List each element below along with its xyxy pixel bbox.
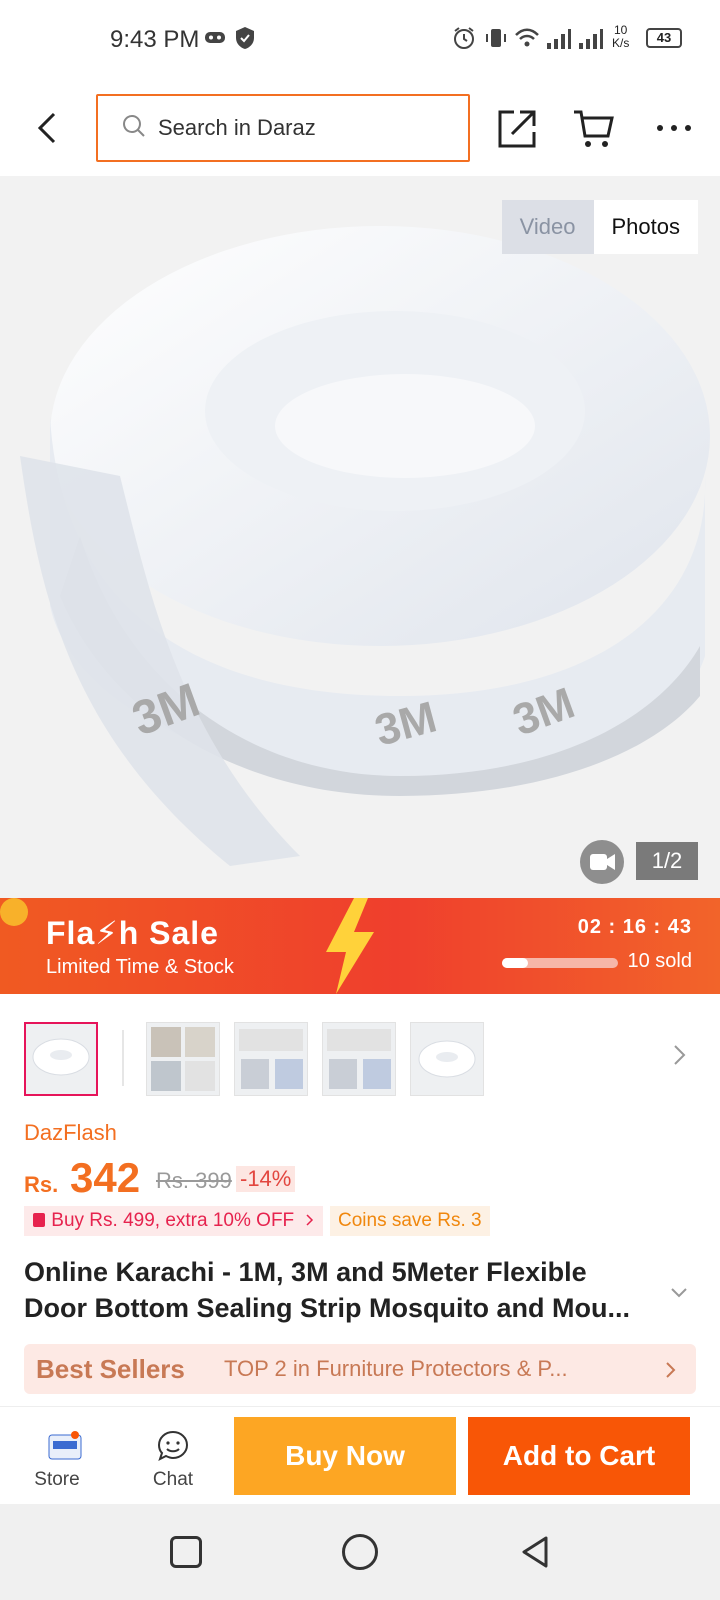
voucher-promo[interactable]: Buy Rs. 499, extra 10% OFF xyxy=(24,1206,324,1236)
back-nav-icon[interactable] xyxy=(518,1534,552,1570)
media-tabs: Video Photos xyxy=(501,200,699,254)
store-button[interactable]: Store xyxy=(22,1429,92,1499)
chat-label: Chat xyxy=(152,1469,194,1490)
brand-label: DazFlash xyxy=(24,1120,117,1145)
chevron-down-icon[interactable] xyxy=(668,1284,690,1300)
product-image[interactable]: 3M 3M 3M Video Photos 1/2 xyxy=(0,176,720,898)
best-sellers-label: Best Sellers xyxy=(36,1354,185,1384)
tab-video[interactable]: Video xyxy=(501,200,594,254)
coins-promo[interactable]: Coins save Rs. 3 xyxy=(330,1206,490,1236)
discount-badge: -14% xyxy=(236,1166,296,1192)
alarm-icon xyxy=(452,26,476,55)
chevron-right-icon xyxy=(664,1360,678,1380)
signal-icon xyxy=(578,28,604,55)
price-currency: Rs. xyxy=(24,1172,59,1197)
product-title-line1: Online Karachi - 1M, 3M and 5Meter Flexi… xyxy=(24,1257,587,1287)
chat-button[interactable]: Chat xyxy=(138,1429,208,1499)
thumbnail[interactable] xyxy=(410,1022,484,1096)
recents-icon[interactable] xyxy=(170,1536,202,1568)
flash-sale-progress-fill xyxy=(502,958,528,968)
network-speed: 10 K/s xyxy=(612,24,629,50)
system-nav-bar xyxy=(0,1504,720,1600)
chat-icon xyxy=(157,1430,189,1461)
clock-icon xyxy=(0,898,28,926)
speed-unit: K/s xyxy=(612,36,630,50)
share-icon[interactable] xyxy=(496,106,540,150)
flash-sale-timer: 02 : 16 : 43 xyxy=(577,916,692,938)
battery-icon: 43 xyxy=(646,28,682,48)
thumbnail-divider xyxy=(122,1030,124,1086)
flash-sale-progress xyxy=(502,958,618,968)
buy-now-button[interactable]: Buy Now xyxy=(234,1417,456,1495)
thumbnail[interactable] xyxy=(146,1022,220,1096)
voucher-icon xyxy=(32,1210,51,1231)
more-icon[interactable] xyxy=(654,106,694,150)
thumbnail-strip xyxy=(0,1010,720,1106)
product-title[interactable]: Online Karachi - 1M, 3M and 5Meter Flexi… xyxy=(24,1254,674,1326)
wifi-icon xyxy=(514,26,540,55)
voucher-promo-text: Buy Rs. 499, extra 10% OFF xyxy=(51,1210,295,1231)
store-label: Store xyxy=(34,1469,80,1490)
thumbnail[interactable] xyxy=(322,1022,396,1096)
flash-sale-sold: 10 sold xyxy=(627,950,693,972)
signal-icon xyxy=(546,28,572,55)
search-placeholder: Search in Daraz xyxy=(158,115,316,140)
thumbnail[interactable] xyxy=(24,1022,98,1096)
shield-icon xyxy=(234,26,256,55)
chevron-right-icon xyxy=(299,1210,315,1231)
action-bar: Store Chat Buy Now Add to Cart xyxy=(0,1406,720,1504)
price: 342 xyxy=(70,1154,141,1201)
tape-roll-image: 3M 3M 3M xyxy=(20,226,710,866)
thumbnail[interactable] xyxy=(234,1022,308,1096)
gamepad-icon xyxy=(204,28,226,51)
chevron-right-icon[interactable] xyxy=(670,1040,690,1070)
video-camera-icon[interactable] xyxy=(580,840,624,884)
original-price: Rs. 399 xyxy=(156,1168,232,1193)
search-input[interactable]: Search in Daraz xyxy=(96,94,470,162)
lightning-icon xyxy=(326,898,374,994)
search-icon xyxy=(122,114,146,143)
top-bar: Search in Daraz xyxy=(0,80,720,176)
status-time: 9:43 PM xyxy=(110,26,200,53)
back-icon[interactable] xyxy=(30,106,70,150)
add-to-cart-button[interactable]: Add to Cart xyxy=(468,1417,690,1495)
flash-sale-subtitle: Limited Time & Stock xyxy=(46,956,234,978)
image-counter: 1/2 xyxy=(636,842,698,880)
store-icon xyxy=(48,1431,81,1460)
flash-sale-banner[interactable]: Fla⚡h Sale Limited Time & Stock 02 : 16 … xyxy=(0,898,720,994)
best-sellers-banner[interactable]: Best Sellers TOP 2 in Furniture Protecto… xyxy=(24,1344,696,1394)
cart-icon[interactable] xyxy=(572,106,616,150)
tab-photos[interactable]: Photos xyxy=(594,200,699,254)
home-icon[interactable] xyxy=(342,1534,378,1570)
status-bar: 9:43 PM 10 K/s 43 xyxy=(0,0,720,80)
product-title-line2: Door Bottom Sealing Strip Mosquito and M… xyxy=(24,1293,630,1323)
vibrate-icon xyxy=(484,26,508,55)
best-sellers-text: TOP 2 in Furniture Protectors & P... xyxy=(224,1356,568,1381)
flash-sale-title: Fla⚡h Sale xyxy=(46,915,219,951)
